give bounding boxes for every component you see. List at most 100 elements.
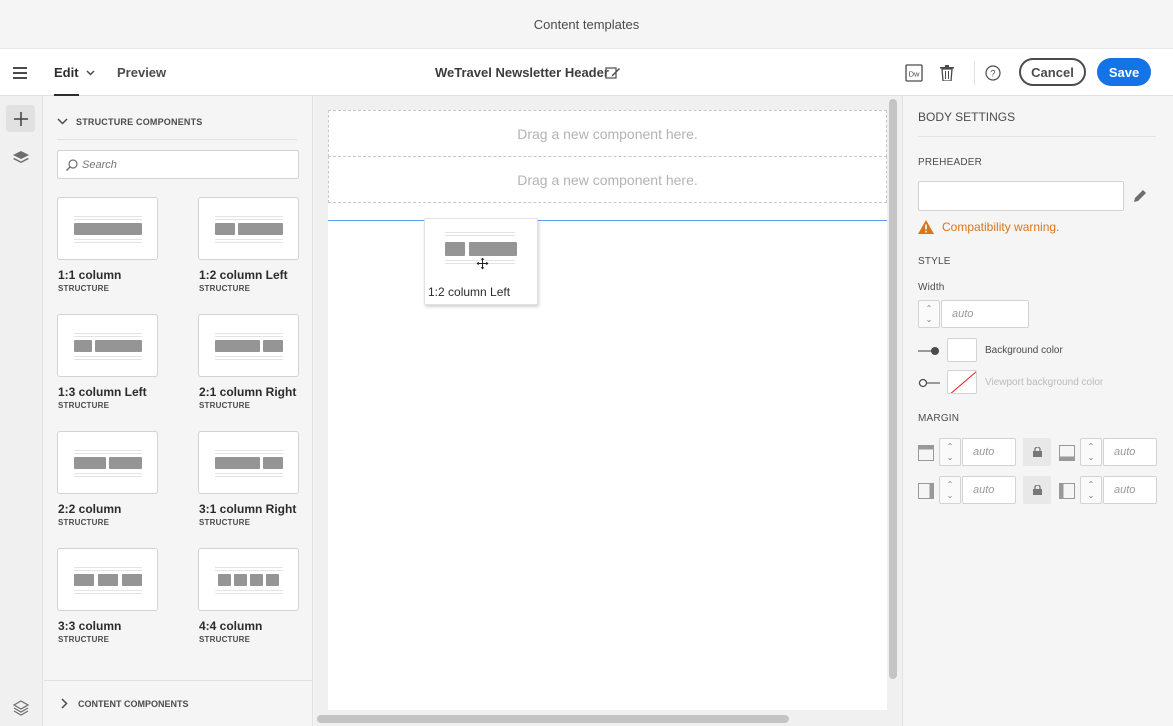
component-card-2-1-column-right[interactable]: 2:1 column Right STRUCTURE — [198, 314, 299, 410]
component-card-1-3-column-left[interactable]: 1:3 column Left STRUCTURE — [57, 314, 158, 410]
viewport-color-swatch[interactable] — [947, 370, 977, 394]
margin-bottom-stepper[interactable]: ⌃ ⌄ — [1080, 438, 1102, 466]
search-field[interactable] — [57, 150, 299, 179]
toolbar-divider — [974, 61, 975, 85]
cancel-button[interactable]: Cancel — [1019, 58, 1086, 86]
chevron-down-icon[interactable] — [86, 49, 98, 96]
width-stepper[interactable]: ⌃ ⌄ — [918, 300, 940, 328]
dropzone[interactable]: Drag a new component here. — [328, 110, 887, 157]
component-type: STRUCTURE — [58, 401, 110, 410]
margin-bottom-icon — [1059, 445, 1075, 461]
body-settings-panel: BODY SETTINGS PREHEADER Compatibility wa… — [902, 96, 1173, 726]
email-canvas[interactable]: Drag a new component here. Drag a new co… — [328, 110, 887, 710]
content-components-header[interactable]: CONTENT COMPONENTS — [44, 680, 312, 726]
margin-right-stepper[interactable]: ⌃ ⌄ — [1080, 476, 1102, 504]
component-name: 3:3 column — [58, 619, 122, 633]
tab-edit[interactable]: Edit — [54, 49, 79, 96]
component-type: STRUCTURE — [199, 518, 251, 527]
stacked-layers-icon[interactable] — [6, 694, 35, 721]
background-color-toggle[interactable] — [918, 345, 940, 355]
horizontal-scrollbar[interactable] — [317, 715, 789, 723]
compatibility-warning: Compatibility warning. — [918, 220, 1059, 234]
pencil-icon[interactable] — [1132, 188, 1148, 204]
window-title-bar: Content templates — [0, 0, 1173, 49]
component-name: 1:1 column — [58, 268, 122, 282]
margin-left-icon — [918, 483, 934, 499]
component-card-3-1-column-right[interactable]: 3:1 column Right STRUCTURE — [198, 431, 299, 527]
component-card-1-1-column[interactable]: 1:1 column STRUCTURE — [57, 197, 158, 293]
save-button[interactable]: Save — [1097, 58, 1151, 86]
left-rail — [0, 96, 43, 726]
tab-preview[interactable]: Preview — [117, 49, 166, 96]
preheader-label: PREHEADER — [918, 157, 983, 168]
trash-icon[interactable] — [940, 49, 960, 96]
editor-toolbar: Edit Preview WeTravel Newsletter Header … — [0, 49, 1173, 96]
vertical-scrollbar[interactable] — [889, 99, 897, 679]
svg-text:?: ? — [990, 68, 995, 78]
insertion-indicator — [328, 220, 887, 221]
margin-left-stepper[interactable]: ⌃ ⌄ — [939, 476, 961, 504]
margin-top-icon — [918, 445, 934, 461]
component-type: STRUCTURE — [58, 284, 110, 293]
preheader-input[interactable] — [918, 181, 1124, 211]
margin-bottom-input[interactable]: auto — [1103, 438, 1157, 466]
window-title: Content templates — [533, 16, 640, 32]
margin-top-input[interactable]: auto — [962, 438, 1016, 466]
component-thumbnail — [57, 548, 158, 611]
component-thumbnail — [198, 197, 299, 260]
component-card-1-2-column-left[interactable]: 1:2 column Left STRUCTURE — [198, 197, 299, 293]
components-panel: STRUCTURE COMPONENTS 1:1 column STRUCTUR… — [44, 96, 313, 726]
dreamweaver-icon[interactable]: Dw — [905, 49, 925, 96]
warning-text: Compatibility warning. — [942, 220, 1060, 234]
layers-icon[interactable] — [6, 144, 35, 171]
dropzone[interactable]: Drag a new component here. — [328, 156, 887, 203]
component-thumbnail — [198, 548, 299, 611]
margin-lock-horizontal[interactable] — [1023, 476, 1051, 504]
search-icon — [66, 158, 78, 171]
margin-lock-vertical[interactable] — [1023, 438, 1051, 466]
dragged-component-label: 1:2 column Left — [428, 285, 511, 299]
component-name: 2:2 column — [58, 502, 122, 516]
width-label: Width — [918, 282, 945, 293]
lock-icon — [1032, 447, 1042, 457]
structure-components-header[interactable]: STRUCTURE COMPONENTS — [57, 104, 297, 140]
margin-right-input[interactable]: auto — [1103, 476, 1157, 504]
component-card-3-3-column[interactable]: 3:3 column STRUCTURE — [57, 548, 158, 644]
component-type: STRUCTURE — [58, 518, 110, 527]
width-input[interactable]: auto — [941, 300, 1029, 328]
margin-right-icon — [1059, 483, 1075, 499]
component-name: 3:1 column Right — [199, 502, 297, 516]
add-component-icon[interactable] — [6, 105, 35, 132]
margin-left-input[interactable]: auto — [962, 476, 1016, 504]
chevron-down-icon — [57, 118, 68, 125]
dragged-component-preview[interactable]: 1:2 column Left — [424, 218, 538, 305]
background-color-swatch[interactable] — [947, 338, 977, 362]
margin-top-stepper[interactable]: ⌃ ⌄ — [939, 438, 961, 466]
component-card-2-2-column[interactable]: 2:2 column STRUCTURE — [57, 431, 158, 527]
component-card-4-4-column[interactable]: 4:4 column STRUCTURE — [198, 548, 299, 644]
component-thumbnail — [57, 431, 158, 494]
component-type: STRUCTURE — [199, 635, 251, 644]
svg-text:Dw: Dw — [909, 69, 920, 78]
structure-components-label: STRUCTURE COMPONENTS — [76, 116, 203, 127]
style-label: STYLE — [918, 256, 951, 267]
search-input[interactable] — [82, 158, 282, 171]
background-color-label: Background color — [985, 345, 1063, 356]
component-type: STRUCTURE — [199, 284, 251, 293]
component-name: 2:1 column Right — [199, 385, 297, 399]
chevron-right-icon — [61, 698, 68, 709]
component-type: STRUCTURE — [199, 401, 251, 410]
help-icon[interactable]: ? — [985, 49, 1005, 96]
margin-label: MARGIN — [918, 413, 960, 424]
lock-icon — [1032, 485, 1042, 495]
component-thumbnail — [198, 431, 299, 494]
viewport-color-toggle[interactable] — [918, 377, 940, 388]
component-thumbnail — [57, 314, 158, 377]
settings-heading: BODY SETTINGS — [918, 110, 1156, 137]
warning-icon — [918, 220, 934, 234]
rename-icon[interactable] — [605, 49, 623, 96]
hamburger-menu-icon[interactable] — [10, 49, 30, 96]
template-title: WeTravel Newsletter Header — [435, 65, 609, 80]
component-name: 1:2 column Left — [199, 268, 288, 282]
content-components-label: CONTENT COMPONENTS — [78, 698, 189, 709]
